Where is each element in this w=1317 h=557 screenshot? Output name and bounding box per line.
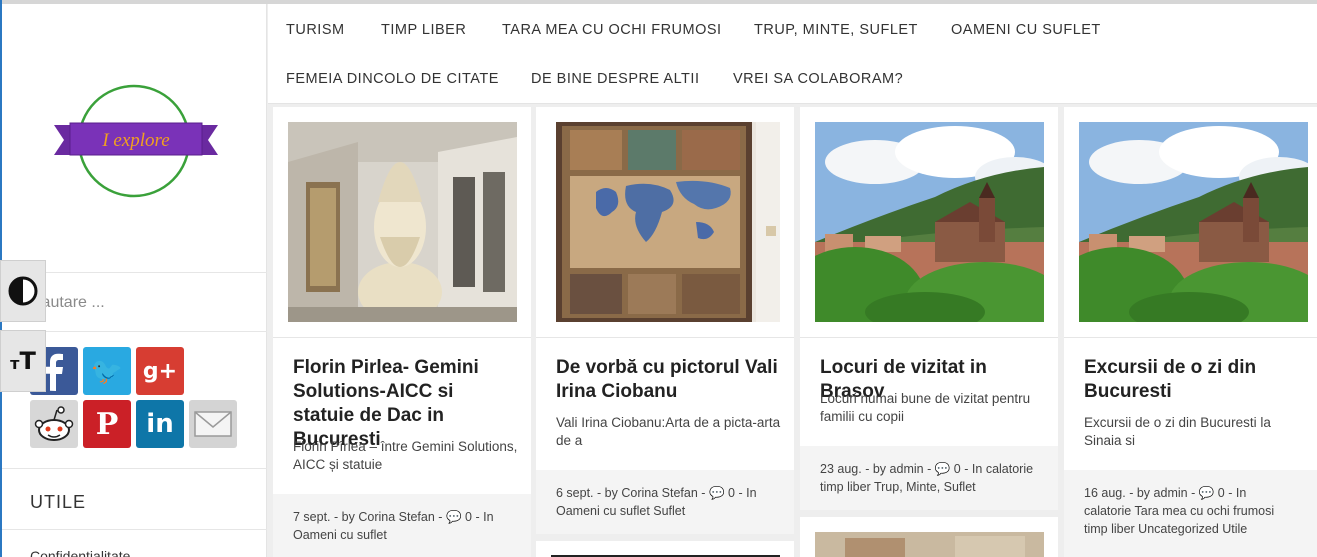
meta-separator: -	[1228, 486, 1233, 500]
post-title[interactable]: De vorbă cu pictorul Vali Irina Ciobanu	[556, 356, 781, 404]
post-date: 6 sept.	[556, 486, 594, 500]
nav-item-colaboram[interactable]: VREI SA COLABORAM?	[733, 71, 903, 87]
google-plus-glyph: g+	[142, 358, 178, 384]
meta-by: by	[1136, 486, 1151, 500]
linkedin-glyph: in	[146, 409, 174, 439]
post-thumbnail[interactable]	[815, 532, 1044, 557]
post-excerpt: Locuri numai bune de vizitat pentru fami…	[820, 391, 1031, 424]
meta-separator: -	[438, 510, 443, 524]
post-categories[interactable]: Oameni cu suflet Suflet	[556, 504, 685, 518]
comment-icon: 💬	[1198, 486, 1215, 500]
post-card: Locuri de vizitat in Brasov Locuri numai…	[800, 107, 1058, 510]
widget-title: UTILE	[30, 492, 87, 512]
post-author[interactable]: admin	[890, 462, 924, 476]
contrast-toggle-button[interactable]	[0, 260, 46, 322]
meta-separator: -	[1129, 486, 1134, 500]
meta-by: by	[872, 462, 887, 476]
meta-by: by	[341, 510, 355, 524]
post-comments[interactable]: 0	[954, 462, 961, 476]
post-comments[interactable]: 0	[728, 486, 735, 500]
meta-separator: -	[738, 486, 743, 500]
meta-separator: -	[334, 510, 339, 524]
post-categories[interactable]: Oameni cu suflet	[293, 528, 387, 542]
svg-text:I explore: I explore	[101, 130, 169, 151]
google-plus-icon[interactable]: g+	[136, 347, 184, 395]
sidebar-divider	[2, 529, 267, 530]
meta-separator: -	[927, 462, 932, 476]
meta-separator: -	[597, 486, 602, 500]
post-card: De vorbă cu pictorul Vali Irina Ciobanu …	[536, 107, 794, 534]
post-meta: 7 sept. - by Corina Stefan - 💬 0 - In Oa…	[273, 494, 531, 557]
meta-separator: -	[964, 462, 969, 476]
pinterest-glyph: P	[95, 406, 119, 442]
post-categories[interactable]: calatorie Tara mea cu ochi frumosi timp …	[1084, 504, 1274, 536]
sidebar-link-confidentialitate[interactable]: Confidentialitate	[30, 548, 130, 557]
text-size-button[interactable]: тT	[0, 330, 46, 392]
card-divider	[800, 337, 1058, 338]
search-input[interactable]	[30, 288, 250, 318]
contrast-icon	[8, 276, 38, 306]
post-meta: 6 sept. - by Corina Stefan - 💬 0 - In Oa…	[536, 470, 794, 534]
site-logo[interactable]: I explore	[54, 79, 218, 199]
post-author[interactable]: Corina Stefan	[621, 486, 697, 500]
post-date: 7 sept.	[293, 510, 331, 524]
post-meta: 23 aug. - by admin - 💬 0 - In calatorie …	[800, 446, 1058, 510]
nav-item-timp-liber[interactable]: TIMP LIBER	[381, 22, 466, 38]
meta-in: In	[1235, 486, 1247, 500]
post-card	[536, 541, 794, 557]
reddit-icon[interactable]	[30, 400, 78, 448]
meta-separator: -	[475, 510, 480, 524]
post-meta: 16 aug. - by admin - 💬 0 - In calatorie …	[1064, 470, 1317, 557]
post-comments[interactable]: 0	[1218, 486, 1225, 500]
nav-item-femeia[interactable]: FEMEIA DINCOLO DE CITATE	[286, 71, 499, 87]
sidebar-divider	[2, 468, 267, 469]
post-excerpt: Vali Irina Ciobanu:Arta de a picta-arta …	[556, 415, 781, 448]
meta-separator: -	[1191, 486, 1196, 500]
main-navigation: TURISM TIMP LIBER TARA MEA CU OCHI FRUMO…	[268, 4, 1317, 104]
post-thumbnail[interactable]	[556, 122, 780, 322]
post-card	[800, 517, 1058, 557]
meta-in: In	[971, 462, 983, 476]
meta-by: by	[604, 486, 618, 500]
post-title[interactable]: Excursii de o zi din Bucuresti	[1084, 356, 1309, 404]
post-thumbnail[interactable]	[288, 122, 517, 322]
comment-icon: 💬	[445, 510, 462, 524]
nav-item-tara-mea[interactable]: TARA MEA CU OCHI FRUMOSI	[502, 22, 722, 38]
nav-item-trup-minte-suflet[interactable]: TRUP, MINTE, SUFLET	[754, 22, 918, 38]
post-comments[interactable]: 0	[465, 510, 472, 524]
post-card: Florin Pirlea- Gemini Solutions-AICC si …	[273, 107, 531, 557]
card-divider	[273, 337, 531, 338]
nav-item-turism[interactable]: TURISM	[286, 22, 345, 38]
post-excerpt: Florin Pîrlea – între Gemini Solutions, …	[293, 439, 518, 472]
card-divider	[536, 337, 794, 338]
pinterest-icon[interactable]: P	[83, 400, 131, 448]
linkedin-icon[interactable]: in	[136, 400, 184, 448]
post-date: 16 aug.	[1084, 486, 1126, 500]
post-excerpt: Excursii de o zi din Bucuresti la Sinaia…	[1084, 415, 1271, 448]
meta-separator: -	[701, 486, 706, 500]
meta-separator: -	[865, 462, 870, 476]
meta-in: In	[746, 486, 757, 500]
comment-icon: 💬	[934, 462, 951, 476]
email-icon[interactable]	[189, 400, 237, 448]
nav-item-oameni-cu-suflet[interactable]: OAMENI CU SUFLET	[951, 22, 1101, 38]
meta-in: In	[483, 510, 494, 524]
page: TURISM TIMP LIBER TARA MEA CU OCHI FRUMO…	[0, 0, 1317, 557]
post-date: 23 aug.	[820, 462, 862, 476]
post-thumbnail[interactable]	[815, 122, 1044, 322]
post-card: Excursii de o zi din Bucuresti Excursii …	[1064, 107, 1317, 557]
twitter-glyph: 🐦	[90, 355, 124, 386]
post-author[interactable]: Corina Stefan	[358, 510, 434, 524]
comment-icon: 💬	[708, 486, 725, 500]
post-thumbnail[interactable]	[1079, 122, 1308, 322]
text-size-icon: тT	[10, 347, 36, 375]
twitter-icon[interactable]: 🐦	[83, 347, 131, 395]
card-divider	[1064, 337, 1317, 338]
nav-item-de-bine[interactable]: DE BINE DESPRE ALTII	[531, 71, 699, 87]
post-author[interactable]: admin	[1154, 486, 1188, 500]
